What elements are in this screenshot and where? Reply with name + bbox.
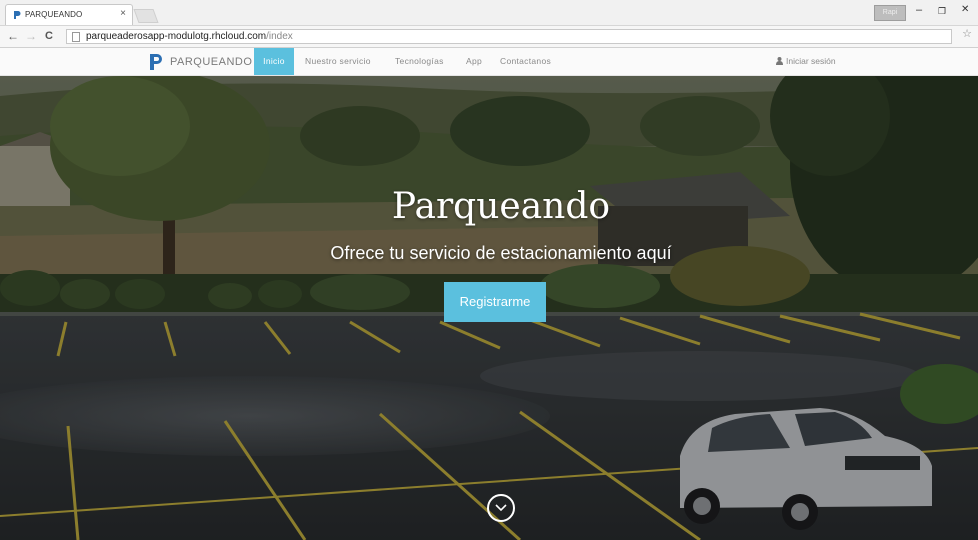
nav-item-app[interactable]: App	[466, 48, 482, 75]
tab-favicon-icon	[14, 11, 21, 19]
star-icon[interactable]: ☆	[962, 27, 972, 40]
nav-item-inicio[interactable]: Inicio	[254, 48, 294, 75]
url-path: /index	[266, 31, 293, 42]
tab-close-icon[interactable]: ×	[120, 8, 126, 19]
register-button[interactable]: Registrarme	[444, 282, 546, 322]
hero-subtitle: Ofrece tu servicio de estacionamiento aq…	[330, 243, 672, 263]
site-navbar: PARQUEANDO Inicio Nuestro servicio Tecno…	[0, 48, 978, 76]
reload-icon[interactable]: C	[45, 30, 53, 42]
url-text: parqueaderosapp-modulotg.rhcloud.com/ind…	[86, 31, 293, 42]
restore-icon[interactable]: ❐	[938, 6, 946, 17]
back-icon[interactable]: ←	[7, 29, 19, 43]
forward-icon[interactable]: →	[25, 29, 37, 43]
hero-section: Parqueando Ofrece tu servicio de estacio…	[0, 76, 978, 540]
tab-title: PARQUEANDO	[25, 10, 83, 19]
parking-logo-icon[interactable]	[147, 52, 165, 72]
brand-name[interactable]: PARQUEANDO	[170, 56, 252, 68]
user-icon	[776, 57, 783, 65]
address-bar-row: ← → C parqueaderosapp-modulotg.rhcloud.c…	[0, 26, 978, 48]
page-icon	[72, 32, 80, 42]
url-host: parqueaderosapp-modulotg.rhcloud.com	[86, 31, 267, 42]
login-link[interactable]: Iniciar sesión	[776, 48, 836, 75]
nav-item-nuestro-servicio[interactable]: Nuestro servicio	[305, 48, 371, 75]
hero-title: Parqueando	[391, 186, 611, 227]
profile-badge[interactable]: Rapi	[874, 5, 906, 21]
close-window-icon[interactable]: ✕	[961, 4, 969, 15]
nav-item-tecnologias[interactable]: Tecnologías	[395, 48, 444, 75]
new-tab-button[interactable]	[133, 9, 159, 23]
url-input[interactable]: parqueaderosapp-modulotg.rhcloud.com/ind…	[66, 29, 952, 44]
chevron-down-icon	[495, 504, 507, 512]
minimize-icon[interactable]: –	[916, 4, 922, 16]
nav-item-contactanos[interactable]: Contactanos	[500, 48, 551, 75]
browser-tab[interactable]: PARQUEANDO ×	[5, 4, 133, 25]
browser-tab-bar: PARQUEANDO × Rapi – ❐ ✕	[0, 0, 978, 26]
login-label: Iniciar sesión	[786, 56, 836, 66]
scroll-down-button[interactable]	[487, 494, 515, 522]
